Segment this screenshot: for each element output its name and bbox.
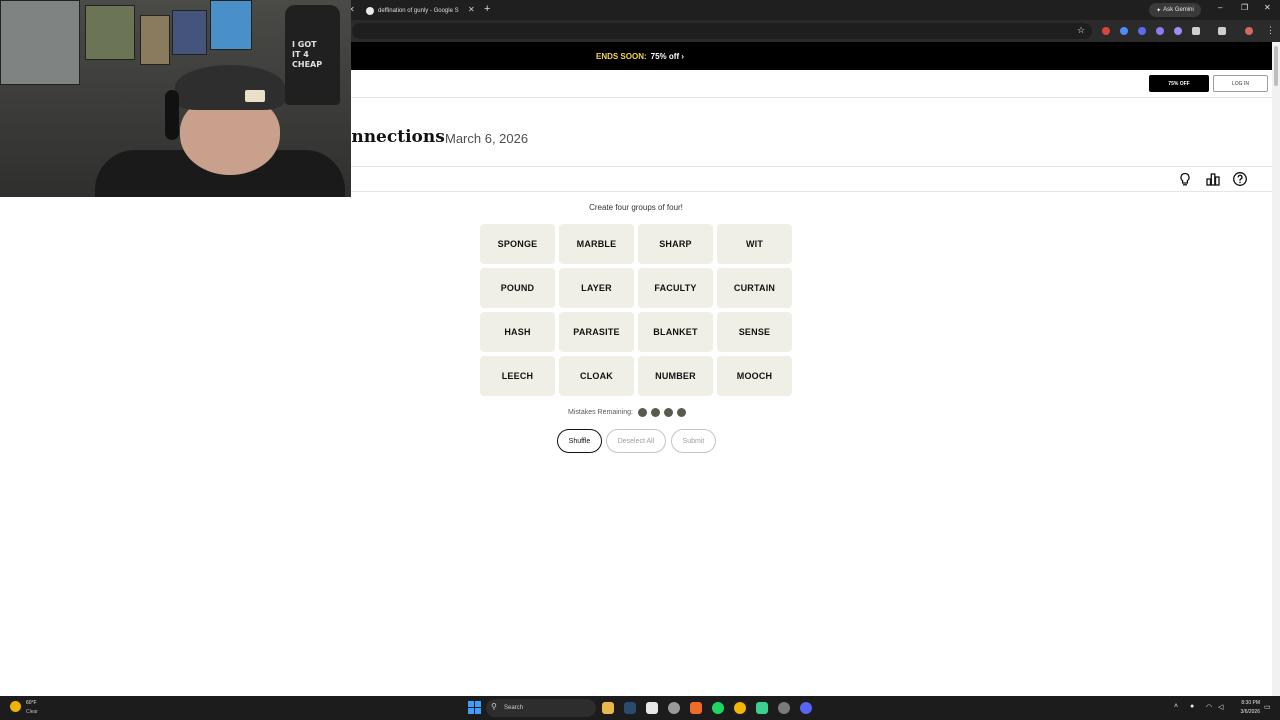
promo-offer-text: 75% off › bbox=[650, 51, 684, 61]
game-instructions: Create four groups of four! bbox=[589, 203, 683, 212]
word-tile[interactable]: WIT bbox=[717, 224, 792, 264]
tray-overflow-chevron-icon[interactable]: ˄ bbox=[1174, 703, 1178, 710]
address-bar[interactable] bbox=[352, 23, 1092, 39]
ask-gemini-button[interactable]: ✦ Ask Gemini bbox=[1149, 3, 1201, 17]
steam-icon[interactable] bbox=[624, 702, 636, 714]
weather-temperature[interactable]: 60°F bbox=[26, 700, 37, 706]
start-windows-icon[interactable] bbox=[468, 701, 481, 714]
browser-tab-label: deffination of gunly - Google S bbox=[378, 7, 459, 14]
word-tile[interactable]: SHARP bbox=[638, 224, 713, 264]
weather-description[interactable]: Clear bbox=[26, 709, 38, 715]
search-label: Search bbox=[504, 705, 524, 711]
headset bbox=[165, 90, 179, 140]
help-question-icon[interactable] bbox=[1232, 171, 1248, 187]
mistake-dot bbox=[676, 408, 686, 417]
taskbar-search[interactable]: Search bbox=[486, 699, 596, 717]
word-tile[interactable]: CLOAK bbox=[559, 356, 634, 396]
extension-icon[interactable] bbox=[1138, 27, 1146, 35]
side-panel-icon[interactable] bbox=[1218, 27, 1226, 35]
clock-time[interactable]: 8:30 PM bbox=[1230, 700, 1260, 706]
word-tile[interactable]: FACULTY bbox=[638, 268, 713, 308]
extension-icon[interactable] bbox=[1120, 27, 1128, 35]
submit-button[interactable]: Submit bbox=[671, 429, 716, 453]
clock-date[interactable]: 3/6/2026 bbox=[1230, 709, 1260, 715]
word-tile[interactable]: MARBLE bbox=[559, 224, 634, 264]
word-tile[interactable]: NUMBER bbox=[638, 356, 713, 396]
word-grid: SPONGE MARBLE SHARP WIT POUND LAYER FACU… bbox=[480, 224, 793, 396]
word-tile[interactable]: PARASITE bbox=[559, 312, 634, 352]
app-icon[interactable] bbox=[646, 702, 658, 714]
extensions-puzzle-icon[interactable] bbox=[1192, 27, 1200, 35]
search-icon: ⚲ bbox=[491, 702, 497, 711]
word-tile[interactable]: BLANKET bbox=[638, 312, 713, 352]
file-explorer-icon[interactable] bbox=[602, 702, 614, 714]
page-scrollbar[interactable] bbox=[1272, 42, 1280, 696]
browser-tab[interactable]: deffination of gunly - Google S bbox=[366, 2, 466, 19]
volume-icon[interactable]: ◁ bbox=[1218, 703, 1223, 711]
minimize-button[interactable]: – bbox=[1218, 3, 1222, 12]
webcam-overlay: I GOT IT 4 CHEAP bbox=[0, 0, 351, 197]
divider bbox=[340, 191, 1272, 192]
stats-bar-chart-icon[interactable] bbox=[1205, 171, 1221, 187]
google-favicon-icon bbox=[366, 6, 374, 15]
mistake-dot bbox=[663, 408, 673, 417]
extension-icon[interactable] bbox=[1174, 27, 1182, 35]
ask-gemini-label: Ask Gemini bbox=[1163, 7, 1194, 13]
windows-taskbar bbox=[0, 696, 1280, 720]
cap-logo bbox=[245, 90, 265, 102]
shirt-text: I GOT IT 4 CHEAP bbox=[292, 40, 323, 69]
subscribe-offer-button[interactable]: 75% OFF bbox=[1149, 75, 1209, 92]
word-tile[interactable]: LEECH bbox=[480, 356, 555, 396]
wall-poster bbox=[85, 5, 135, 60]
app-icon[interactable] bbox=[756, 702, 768, 714]
browser-menu-icon[interactable]: ⋮ bbox=[1266, 25, 1275, 36]
word-tile[interactable]: HASH bbox=[480, 312, 555, 352]
word-tile[interactable]: SENSE bbox=[717, 312, 792, 352]
spotify-icon[interactable] bbox=[712, 702, 724, 714]
wall-poster bbox=[140, 15, 170, 65]
game-title: onnections bbox=[340, 127, 445, 147]
discord-icon[interactable] bbox=[800, 702, 812, 714]
streamer-cap bbox=[175, 65, 285, 110]
promo-ends-text: ENDS SOON: bbox=[595, 51, 647, 61]
mistakes-label: Mistakes Remaining: bbox=[568, 409, 633, 416]
word-tile[interactable]: MOOCH bbox=[717, 356, 792, 396]
wifi-icon[interactable]: ◠ bbox=[1206, 703, 1212, 711]
sparkle-icon: ✦ bbox=[1156, 7, 1162, 14]
word-tile[interactable]: POUND bbox=[480, 268, 555, 308]
brave-browser-icon[interactable] bbox=[690, 702, 702, 714]
maximize-button[interactable]: ❐ bbox=[1241, 3, 1248, 12]
mistake-dot bbox=[637, 408, 647, 417]
mistake-dot bbox=[650, 408, 660, 417]
hint-lightbulb-icon[interactable] bbox=[1177, 171, 1193, 187]
extension-icon[interactable] bbox=[1102, 27, 1110, 35]
extension-icon[interactable] bbox=[1156, 27, 1164, 35]
scrollbar-thumb[interactable] bbox=[1274, 46, 1278, 86]
word-tile[interactable]: LAYER bbox=[559, 268, 634, 308]
profile-avatar[interactable] bbox=[1245, 27, 1253, 35]
wall-poster bbox=[0, 0, 80, 85]
word-tile[interactable]: SPONGE bbox=[480, 224, 555, 264]
settings-gear-icon[interactable] bbox=[668, 702, 680, 714]
shuffle-button[interactable]: Shuffle bbox=[557, 429, 602, 453]
deselect-all-button[interactable]: Deselect All bbox=[606, 429, 666, 453]
divider bbox=[340, 166, 1272, 167]
weather-moon-icon[interactable] bbox=[10, 701, 21, 712]
puzzle-date: March 6, 2026 bbox=[445, 131, 529, 146]
close-window-button[interactable]: ✕ bbox=[1264, 3, 1271, 12]
bookmark-star-icon[interactable]: ☆ bbox=[1077, 25, 1085, 36]
mistake-dots bbox=[637, 408, 686, 417]
app-icon[interactable] bbox=[778, 702, 790, 714]
word-tile[interactable]: CURTAIN bbox=[717, 268, 792, 308]
close-tab-icon[interactable]: ✕ bbox=[468, 5, 475, 14]
mic-icon[interactable]: ● bbox=[1190, 703, 1194, 710]
wall-poster bbox=[172, 10, 207, 55]
new-tab-button[interactable]: + bbox=[484, 3, 490, 15]
chrome-icon[interactable] bbox=[734, 702, 746, 714]
notifications-icon[interactable]: ▭ bbox=[1264, 703, 1271, 711]
mistakes-remaining: Mistakes Remaining: bbox=[568, 408, 686, 417]
login-button[interactable]: LOG IN bbox=[1213, 75, 1268, 92]
wall-poster bbox=[210, 0, 252, 50]
